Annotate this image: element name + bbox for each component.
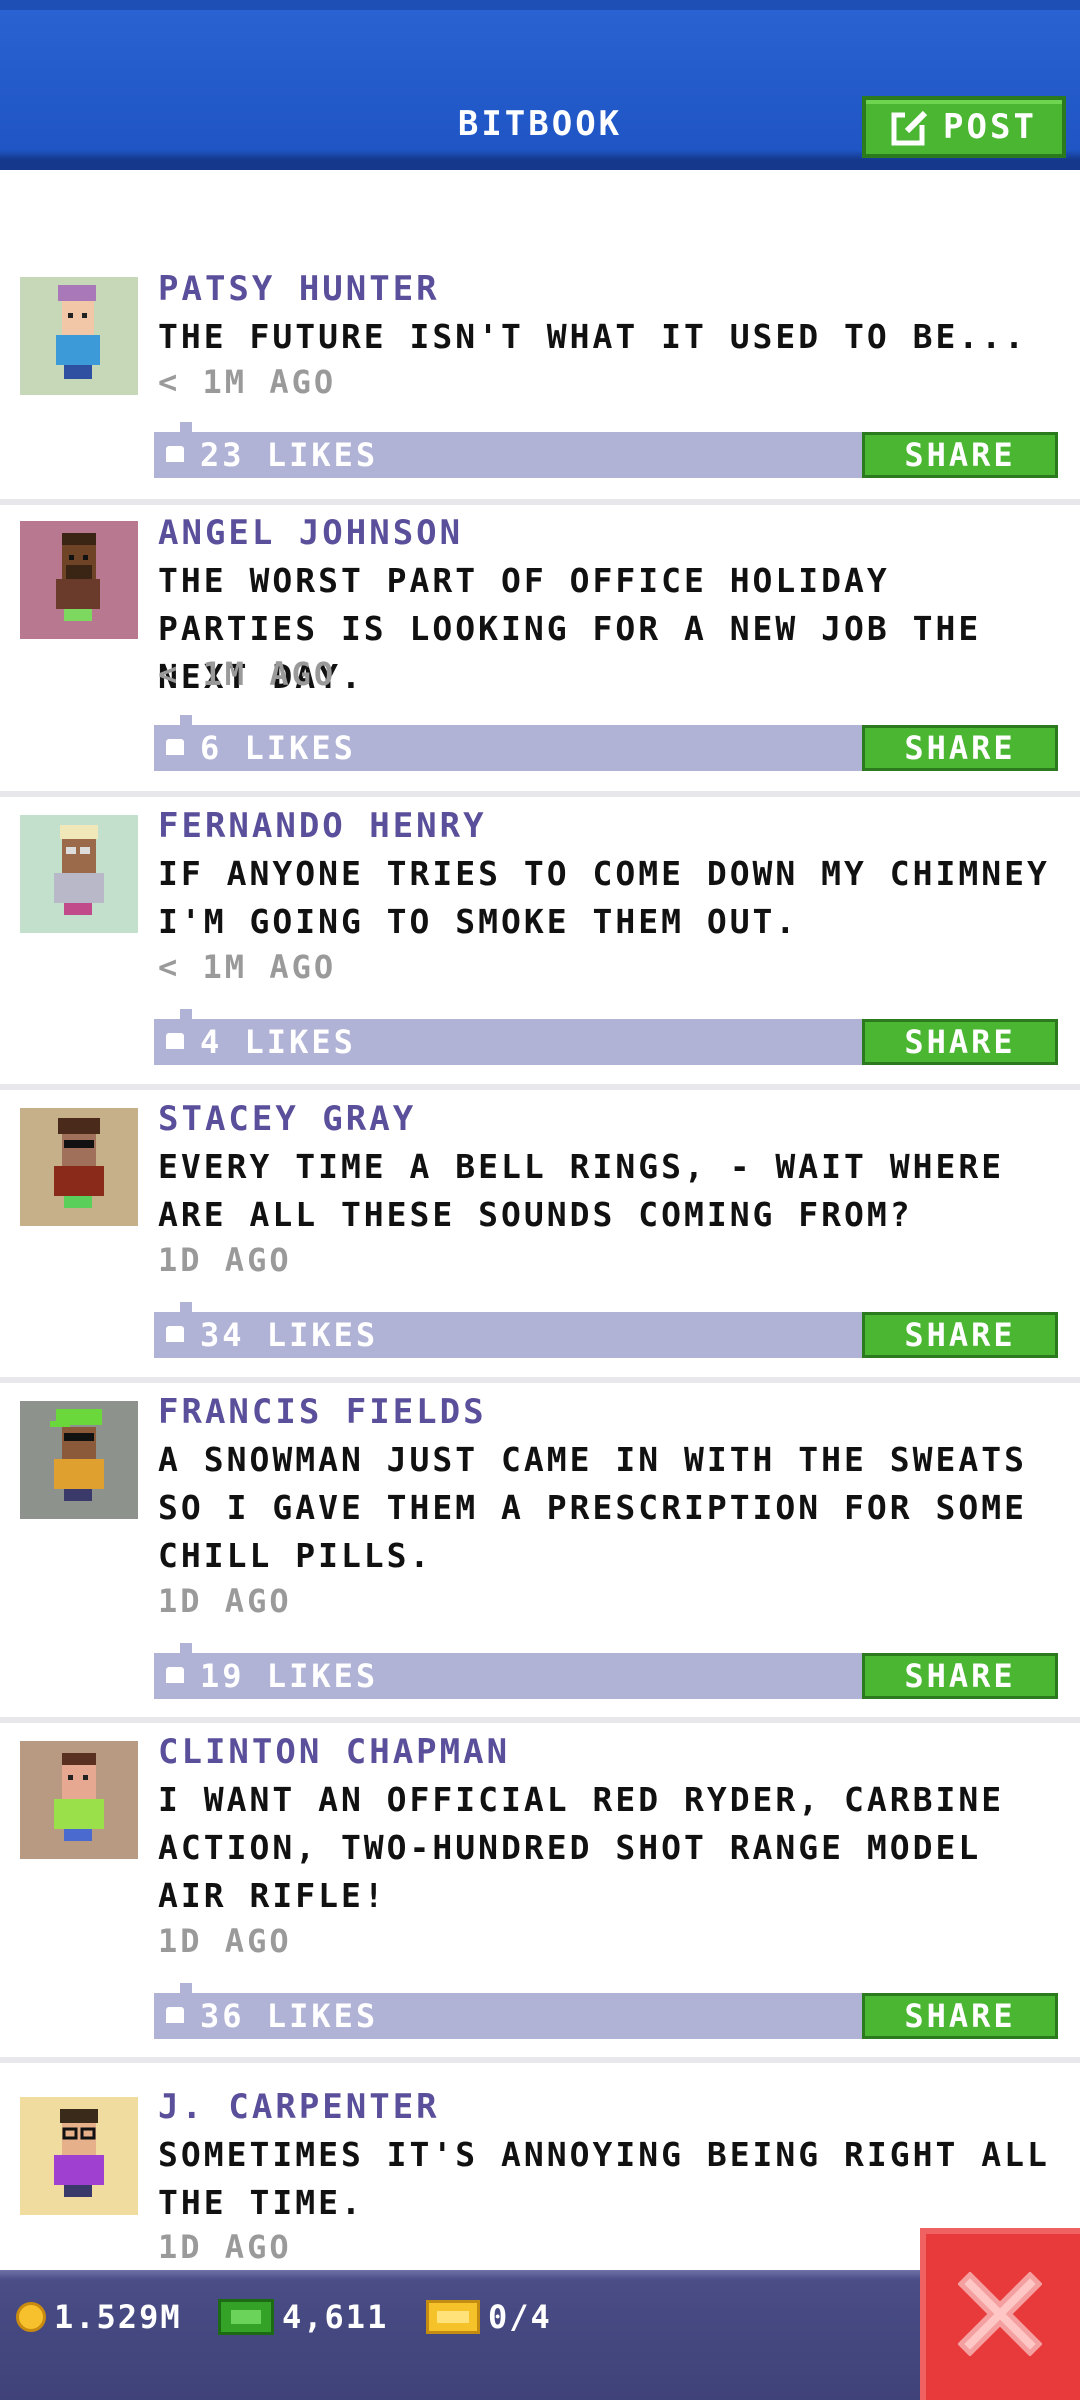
coin-icon	[16, 2302, 46, 2332]
avatar	[20, 1401, 138, 1519]
share-button[interactable]: SHARE	[862, 1312, 1058, 1358]
post-author[interactable]: FRANCIS FIELDS	[158, 1392, 487, 1432]
avatar	[20, 1741, 138, 1859]
like-bar: 36 LIKES SHARE	[154, 1983, 1058, 2039]
like-bar: 34 LIKES SHARE	[154, 1302, 1058, 1358]
coins-amount: 1.529M	[54, 2298, 182, 2336]
like-icon	[166, 1326, 184, 1342]
tickets-display[interactable]: 0/4	[426, 2296, 552, 2338]
post-author[interactable]: PATSY HUNTER	[158, 269, 440, 309]
share-button[interactable]: SHARE	[862, 432, 1058, 478]
avatar	[20, 521, 138, 639]
avatar	[20, 815, 138, 933]
feed-post: STACEY GRAY EVERY TIME A BELL RINGS, - W…	[0, 1090, 1080, 1383]
like-bar: 4 LIKES SHARE	[154, 1009, 1058, 1065]
post-text: SOMETIMES IT'S ANNOYING BEING RIGHT ALL …	[158, 2135, 1050, 2222]
like-bar: 19 LIKES SHARE	[154, 1643, 1058, 1699]
share-button[interactable]: SHARE	[862, 725, 1058, 771]
like-count: 6 LIKES	[200, 729, 356, 767]
like-count: 36 LIKES	[200, 1997, 379, 2035]
top-bar: BITBOOK POST	[0, 0, 1080, 170]
share-button[interactable]: SHARE	[862, 1019, 1058, 1065]
post-time: 1D AGO	[158, 1922, 292, 1960]
post-author[interactable]: FERNANDO HENRY	[158, 806, 487, 846]
post-author[interactable]: ANGEL JOHNSON	[158, 513, 463, 553]
like-bar: 6 LIKES SHARE	[154, 715, 1058, 771]
post-text: A SNOWMAN JUST CAME IN WITH THE SWEATS S…	[158, 1440, 1027, 1575]
post-button[interactable]: POST	[862, 96, 1066, 158]
feed-post: FERNANDO HENRY IF ANYONE TRIES TO COME D…	[0, 797, 1080, 1090]
post-author[interactable]: STACEY GRAY	[158, 1099, 416, 1139]
feed-post: FRANCIS FIELDS A SNOWMAN JUST CAME IN WI…	[0, 1383, 1080, 1723]
share-button[interactable]: SHARE	[862, 1993, 1058, 2039]
bux-amount: 4,611	[282, 2298, 389, 2336]
post-text: I WANT AN OFFICIAL RED RYDER, CARBINE AC…	[158, 1780, 1005, 1915]
post-text: THE FUTURE ISN'T WHAT IT USED TO BE...	[158, 317, 1027, 356]
post-text: IF ANYONE TRIES TO COME DOWN MY CHIMNEY …	[158, 854, 1050, 941]
post-time: < 1M AGO	[158, 655, 337, 693]
like-count: 34 LIKES	[200, 1316, 379, 1354]
avatar	[20, 277, 138, 395]
like-icon	[166, 739, 184, 755]
post-time: < 1M AGO	[158, 948, 337, 986]
like-count: 23 LIKES	[200, 436, 379, 474]
tickets-amount: 0/4	[488, 2298, 552, 2336]
like-icon	[166, 446, 184, 462]
post-author[interactable]: J. CARPENTER	[158, 2087, 440, 2127]
post-time: < 1M AGO	[158, 363, 337, 401]
avatar	[20, 2097, 138, 2215]
coins-display: 1.529M	[16, 2296, 182, 2338]
feed-post: CLINTON CHAPMAN I WANT AN OFFICIAL RED R…	[0, 1723, 1080, 2063]
feed-post: ANGEL JOHNSON THE WORST PART OF OFFICE H…	[0, 505, 1080, 797]
close-button[interactable]	[920, 2228, 1080, 2400]
ticket-icon	[426, 2300, 480, 2334]
share-button[interactable]: SHARE	[862, 1653, 1058, 1699]
post-text: EVERY TIME A BELL RINGS, - WAIT WHERE AR…	[158, 1147, 1005, 1234]
post-time: 1D AGO	[158, 1241, 292, 1279]
like-count: 19 LIKES	[200, 1657, 379, 1695]
avatar	[20, 1108, 138, 1226]
post-author[interactable]: CLINTON CHAPMAN	[158, 1732, 510, 1772]
post-time: 1D AGO	[158, 1582, 292, 1620]
post-button-label: POST	[943, 107, 1037, 147]
bux-icon	[218, 2299, 274, 2335]
like-icon	[166, 1667, 184, 1683]
like-icon	[166, 1033, 184, 1049]
bux-display[interactable]: 4,611	[218, 2296, 388, 2338]
like-icon	[166, 2007, 184, 2023]
close-icon	[958, 2272, 1042, 2356]
like-bar: 23 LIKES SHARE	[154, 422, 1058, 478]
post-time: 1D AGO	[158, 2228, 292, 2266]
compose-icon	[891, 110, 928, 146]
like-count: 4 LIKES	[200, 1023, 356, 1061]
feed-post: PATSY HUNTER THE FUTURE ISN'T WHAT IT US…	[0, 255, 1080, 505]
